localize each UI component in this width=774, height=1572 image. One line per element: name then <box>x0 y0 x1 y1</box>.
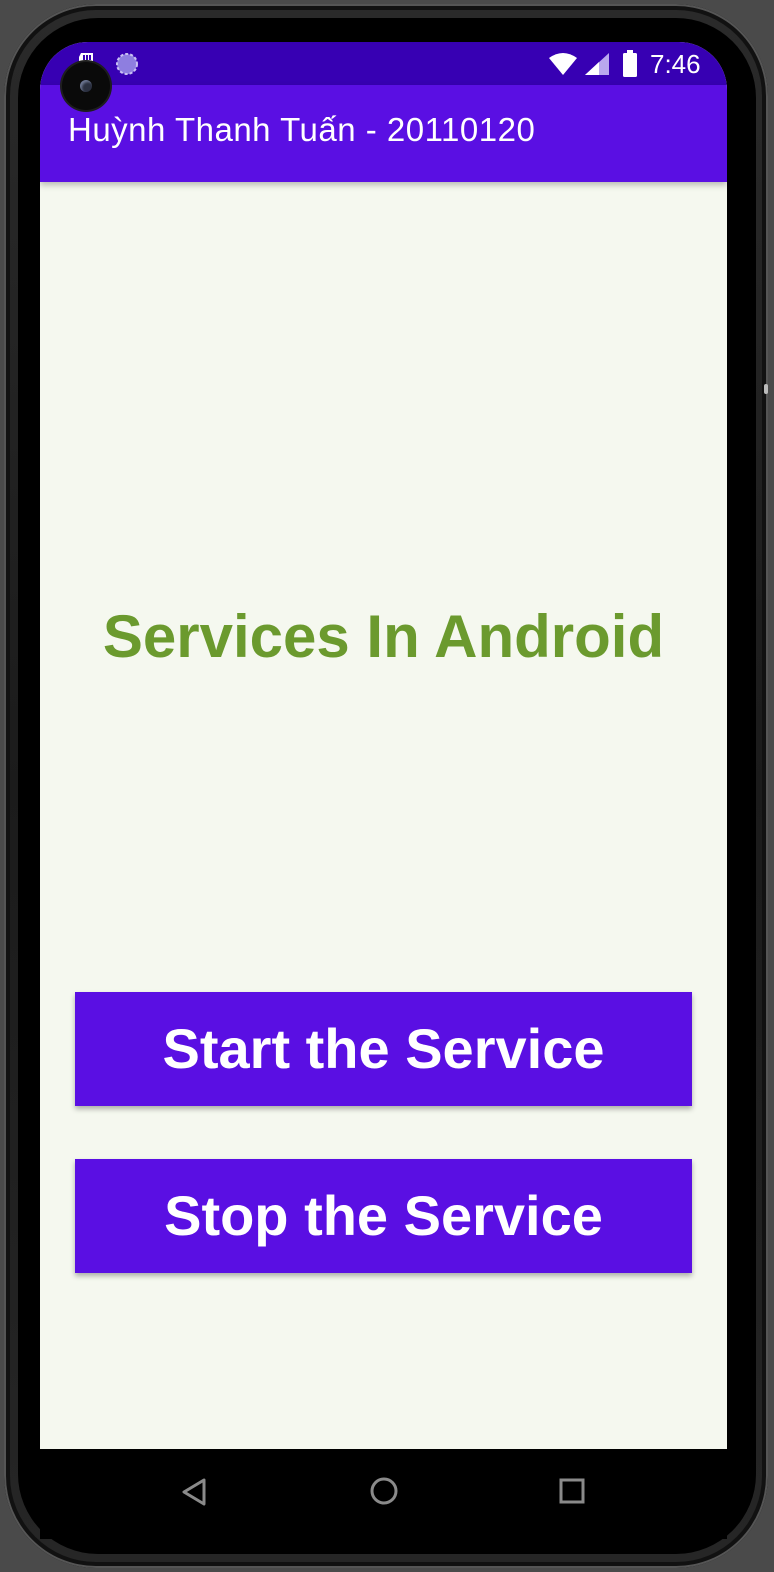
start-service-button[interactable]: Start the Service <box>75 992 692 1106</box>
loading-icon <box>115 52 139 81</box>
app-bar: Huỳnh Thanh Tuấn - 20110120 <box>40 85 727 182</box>
page-heading: Services In Android <box>102 603 665 670</box>
signal-icon <box>584 52 610 81</box>
navigation-bar <box>40 1449 727 1539</box>
stop-service-button[interactable]: Stop the Service <box>75 1159 692 1273</box>
back-icon[interactable] <box>180 1477 208 1512</box>
status-time: 7:46 <box>650 49 701 79</box>
status-bar: 7:46 <box>40 42 727 85</box>
home-icon[interactable] <box>369 1476 399 1511</box>
side-button <box>764 384 768 394</box>
battery-icon <box>622 50 638 83</box>
camera-icon <box>62 62 110 110</box>
wifi-icon <box>548 52 578 81</box>
screen: 7:46 Huỳnh Thanh Tuấn - 20110120 Service… <box>40 42 727 1449</box>
app-title: Huỳnh Thanh Tuấn - 20110120 <box>68 111 536 148</box>
recent-apps-icon[interactable] <box>559 1478 585 1509</box>
